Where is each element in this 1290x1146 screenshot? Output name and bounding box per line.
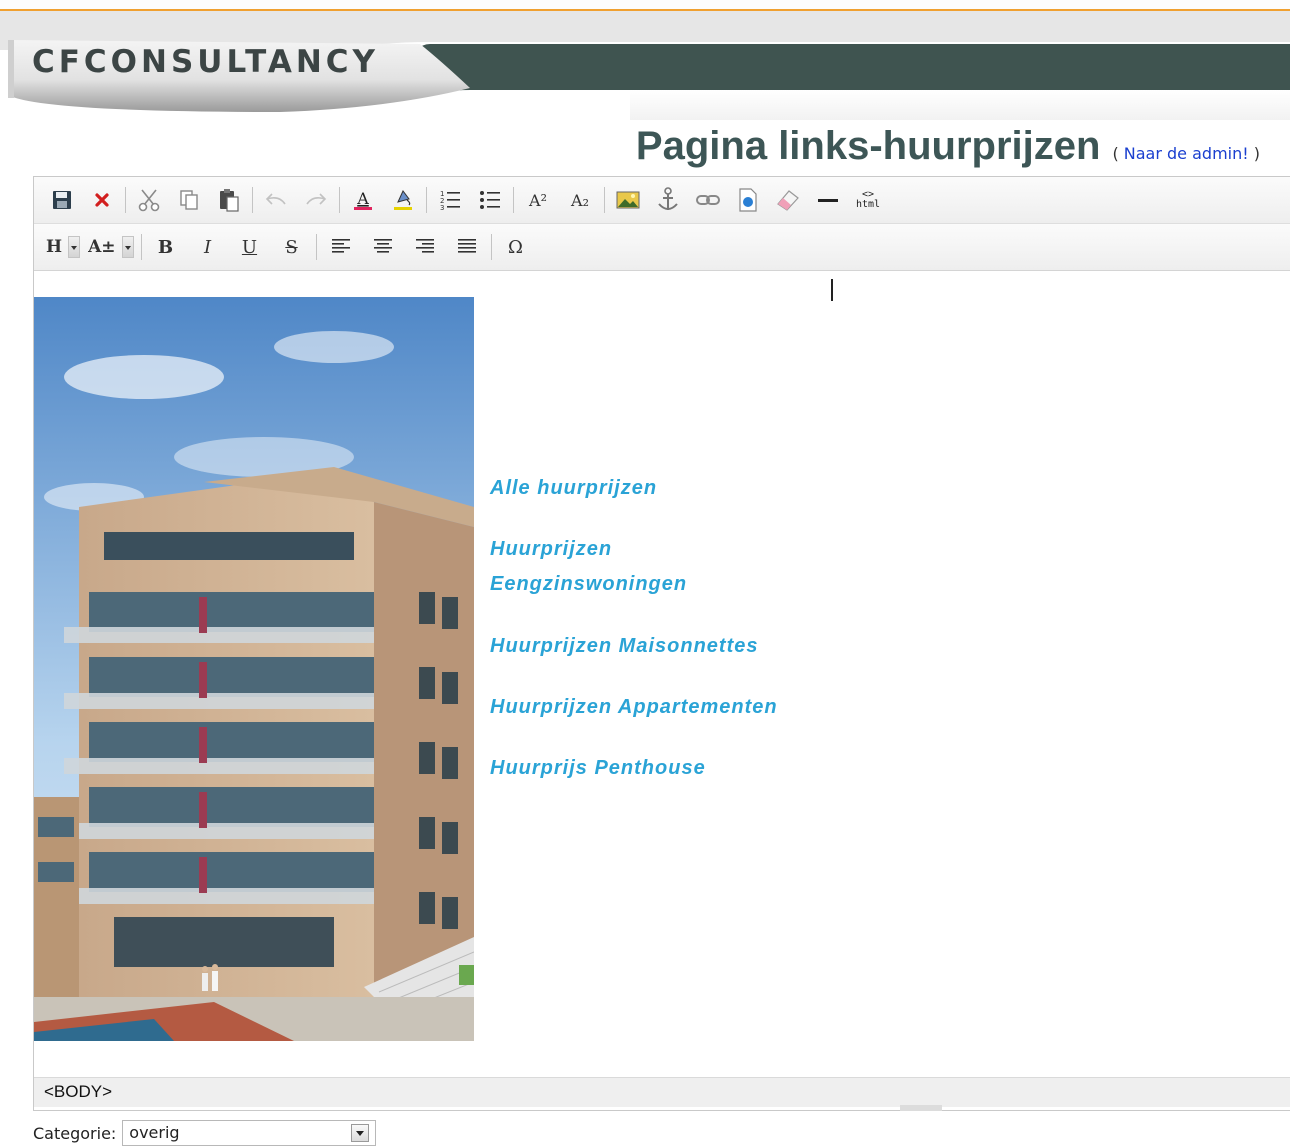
element-path[interactable]: <BODY> [44,1082,112,1102]
align-left-icon[interactable] [320,227,362,267]
page-title-row: Pagina links-huurprijzen ( Naar de admin… [636,124,1260,169]
site-header: CFCONSULTANCY [0,0,1290,120]
site-logo[interactable]: CFCONSULTANCY [32,44,379,80]
editor-statusbar: <BODY> [34,1077,1290,1107]
category-label: Categorie: [33,1123,117,1143]
toolbar-separator [252,187,253,213]
cut-icon[interactable] [129,180,169,220]
undo-icon[interactable] [256,180,296,220]
heading-dropdown[interactable]: H [42,227,84,267]
category-selected-value: overig [129,1123,180,1142]
anchor-icon[interactable] [648,180,688,220]
unordered-list-icon[interactable] [470,180,510,220]
building-photo [34,297,474,1041]
italic-button[interactable]: I [187,227,229,267]
underline-button[interactable]: U [229,227,271,267]
subscript-icon[interactable]: A₂ [559,180,601,220]
toolbar-separator [604,187,605,213]
admin-link[interactable]: Naar de admin! [1124,144,1249,163]
paren-open: ( [1112,144,1119,163]
document-icon[interactable] [728,180,768,220]
category-row: Categorie: overig [33,1120,377,1146]
toolbar-separator [315,234,317,260]
editor-resize-handle[interactable] [900,1105,942,1111]
text-caret [831,279,833,301]
align-center-icon[interactable] [362,227,404,267]
save-icon[interactable] [42,180,82,220]
editor-content-area[interactable]: Alle huurprijzen Huurprijzen Eengzinswon… [34,271,1290,1077]
special-character-icon[interactable]: Ω [495,227,537,267]
superscript-icon[interactable]: A² [517,180,559,220]
toolbar-separator [125,187,126,213]
link-huurprijzen-eengezinswoningen[interactable]: Huurprijzen Eengzinswoningen [490,532,730,602]
editor-toolbar-format: H A± B I U S Ω [34,224,1290,271]
eraser-icon[interactable] [768,180,808,220]
toolbar-separator [339,187,340,213]
font-size-dropdown-label: A± [88,237,116,257]
link-huurprijzen-appartementen[interactable]: Huurprijzen Appartementen [490,690,890,725]
link-huurprijzen-maisonnettes[interactable]: Huurprijzen Maisonnettes [490,629,850,664]
link-icon[interactable] [688,180,728,220]
toolbar-separator [426,187,427,213]
strikethrough-button[interactable]: S [271,227,313,267]
html-source-icon[interactable]: <> html [848,180,888,220]
ordered-list-icon[interactable]: 123 [430,180,470,220]
link-alle-huurprijzen[interactable]: Alle huurprijzen [490,471,850,506]
font-size-dropdown[interactable]: A± [84,227,137,267]
cancel-icon[interactable] [82,180,122,220]
toolbar-separator [513,187,514,213]
html-source-bottom: html [855,199,881,210]
link-huurprijs-penthouse[interactable]: Huurprijs Penthouse [490,751,850,786]
chevron-down-icon [121,236,134,258]
highlight-color-icon[interactable] [383,180,423,220]
paste-icon[interactable] [209,180,249,220]
admin-link-wrapper: ( Naar de admin! ) [1112,144,1260,163]
svg-text:A: A [356,189,369,208]
heading-dropdown-label: H [46,237,63,257]
page-title: Pagina links-huurprijzen [635,124,1101,168]
redo-icon[interactable] [296,180,336,220]
align-justify-icon[interactable] [446,227,488,267]
editor-toolbar-main: A 123 A² A₂ <> html [34,177,1290,224]
font-color-icon[interactable]: A [343,180,383,220]
paren-close: ) [1253,144,1260,163]
toolbar-separator [140,234,142,260]
bold-button[interactable]: B [145,227,187,267]
chevron-down-icon[interactable] [351,1124,370,1142]
svg-text:3: 3 [440,204,444,212]
category-select[interactable]: overig [122,1120,377,1146]
copy-icon[interactable] [169,180,209,220]
align-right-icon[interactable] [404,227,446,267]
horizontal-rule-icon[interactable] [808,180,848,220]
chevron-down-icon [68,236,81,258]
toolbar-separator [490,234,492,260]
wysiwyg-editor: A 123 A² A₂ <> html H A± B I U S Ω Alle … [33,176,1290,1111]
image-icon[interactable] [608,180,648,220]
